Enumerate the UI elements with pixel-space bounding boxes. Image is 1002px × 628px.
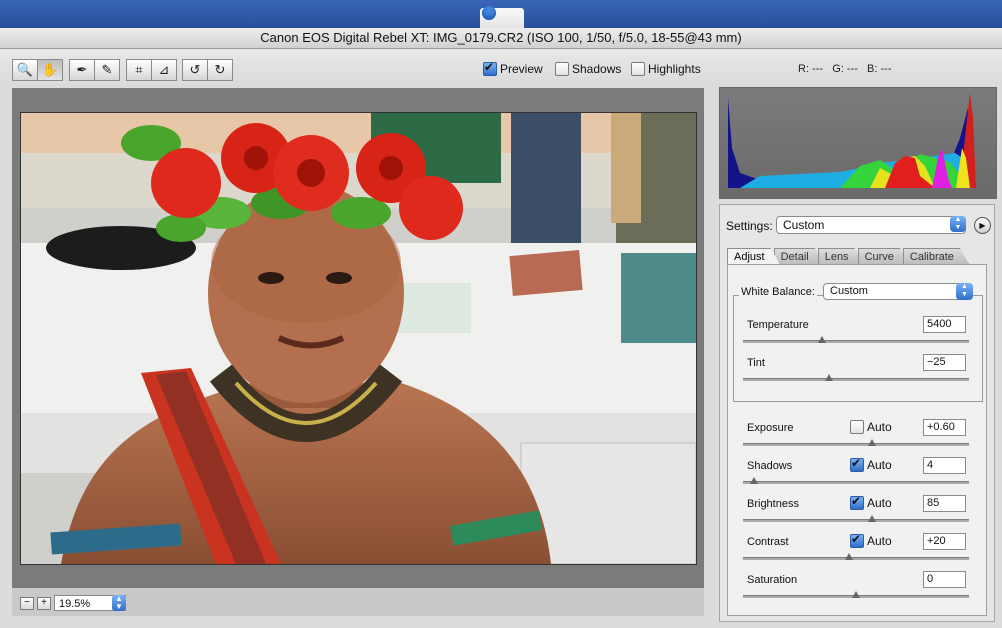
settings-label: Settings: xyxy=(726,219,773,233)
auto-label: Auto xyxy=(867,458,892,472)
white-balance-select[interactable]: Custom ▲ ▼ xyxy=(823,283,973,300)
white-balance-value: Custom xyxy=(830,285,868,297)
contrast-slider[interactable] xyxy=(743,553,969,560)
tab-detail[interactable]: Detail xyxy=(774,248,824,264)
preview-checkbox[interactable] xyxy=(483,60,497,76)
slider-thumb[interactable] xyxy=(867,515,876,522)
auto-label: Auto xyxy=(867,534,892,548)
settings-select[interactable]: Custom ▲ ▼ xyxy=(776,216,966,234)
shadows-slider[interactable] xyxy=(743,477,969,484)
brightness-auto[interactable]: Auto xyxy=(850,494,892,510)
exposure-label: Exposure xyxy=(747,422,794,434)
preview-option[interactable]: Preview xyxy=(483,60,543,76)
finder-icon xyxy=(480,6,524,28)
saturation-slider[interactable] xyxy=(743,591,969,598)
histogram xyxy=(719,87,997,199)
slider-thumb[interactable] xyxy=(824,374,833,381)
slider-thumb[interactable] xyxy=(845,553,854,560)
highlights-checkbox[interactable] xyxy=(631,62,645,76)
preview-label: Preview xyxy=(500,62,543,76)
brightness-auto-checkbox[interactable] xyxy=(850,494,864,510)
white-balance-label: White Balance: xyxy=(739,286,817,298)
zoom-tool-icon[interactable]: 🔍 xyxy=(12,59,38,81)
temperature-slider[interactable] xyxy=(743,336,969,343)
exposure-field[interactable]: +0.60 xyxy=(923,419,966,436)
tint-slider[interactable] xyxy=(743,374,969,381)
crop-tool-icon[interactable]: ⌗ xyxy=(126,59,152,81)
image-preview[interactable] xyxy=(20,112,697,565)
chevron-updown-icon[interactable]: ▲ ▼ xyxy=(950,216,966,232)
shadows-field[interactable]: 4 xyxy=(923,457,966,474)
tint-field[interactable]: −25 xyxy=(923,354,966,371)
shadows-auto[interactable]: Auto xyxy=(850,456,892,472)
slider-thumb[interactable] xyxy=(852,591,860,598)
white-balance-tool-icon[interactable]: ✒ xyxy=(69,59,95,81)
photo-illustration xyxy=(21,113,696,564)
zoom-out-button[interactable]: − xyxy=(20,597,34,610)
white-balance-group xyxy=(733,295,983,402)
histogram-graph xyxy=(720,88,996,198)
settings-value: Custom xyxy=(783,218,825,232)
chevron-updown-icon[interactable]: ▲ ▼ xyxy=(956,283,973,300)
brightness-field[interactable]: 85 xyxy=(923,495,966,512)
highlights-label: Highlights xyxy=(648,62,701,76)
brightness-slider[interactable] xyxy=(743,515,969,522)
shadows-label: Shadows xyxy=(572,62,622,76)
shadows-option[interactable]: Shadows xyxy=(555,62,621,76)
contrast-auto[interactable]: Auto xyxy=(850,532,892,548)
slider-thumb[interactable] xyxy=(818,336,827,343)
zoom-level-value: 19.5% xyxy=(59,598,91,610)
tab-adjust[interactable]: Adjust xyxy=(727,248,780,264)
saturation-label: Saturation xyxy=(747,574,798,586)
contrast-field[interactable]: +20 xyxy=(923,533,966,550)
color-sampler-tool-icon[interactable]: ✎ xyxy=(94,59,120,81)
rotate-left-icon[interactable]: ↺ xyxy=(182,59,208,81)
rgb-readout: R: --- G: --- B: --- xyxy=(798,63,892,75)
auto-label: Auto xyxy=(867,496,892,510)
saturation-field[interactable]: 0 xyxy=(923,571,966,588)
tab-curve[interactable]: Curve xyxy=(858,248,909,264)
temperature-field[interactable]: 5400 xyxy=(923,316,966,333)
zoom-stepper-icon[interactable]: ▲ ▼ xyxy=(112,595,126,611)
auto-label: Auto xyxy=(867,420,892,434)
hand-tool-icon[interactable]: ✋ xyxy=(37,59,63,81)
exposure-auto[interactable]: Auto xyxy=(850,420,892,434)
settings-menu-button[interactable]: ▶ xyxy=(974,217,991,234)
slider-thumb[interactable] xyxy=(867,439,876,446)
tab-lens[interactable]: Lens xyxy=(818,248,864,264)
tab-calibrate[interactable]: Calibrate xyxy=(903,248,969,264)
straighten-tool-icon[interactable]: ⊿ xyxy=(151,59,177,81)
temperature-label: Temperature xyxy=(747,319,809,331)
highlights-option[interactable]: Highlights xyxy=(631,62,701,76)
tab-bar: Adjust Detail Lens Curve Calibrate xyxy=(727,248,963,264)
zoom-level-select[interactable]: 19.5% ▲ ▼ xyxy=(54,595,126,611)
zoom-in-button[interactable]: + xyxy=(37,597,51,610)
shadows-label: Shadows xyxy=(747,460,793,472)
slider-thumb[interactable] xyxy=(750,477,759,484)
exposure-auto-checkbox[interactable] xyxy=(850,420,864,434)
tint-label: Tint xyxy=(747,357,765,369)
contrast-auto-checkbox[interactable] xyxy=(850,532,864,548)
rotate-right-icon[interactable]: ↻ xyxy=(207,59,233,81)
contrast-label: Contrast xyxy=(747,536,789,548)
brightness-label: Brightness xyxy=(747,498,799,510)
shadows-auto-checkbox[interactable] xyxy=(850,456,864,472)
window-title: Canon EOS Digital Rebel XT: IMG_0179.CR2… xyxy=(0,28,1002,49)
exposure-slider[interactable] xyxy=(743,439,969,446)
shadows-checkbox[interactable] xyxy=(555,62,569,76)
